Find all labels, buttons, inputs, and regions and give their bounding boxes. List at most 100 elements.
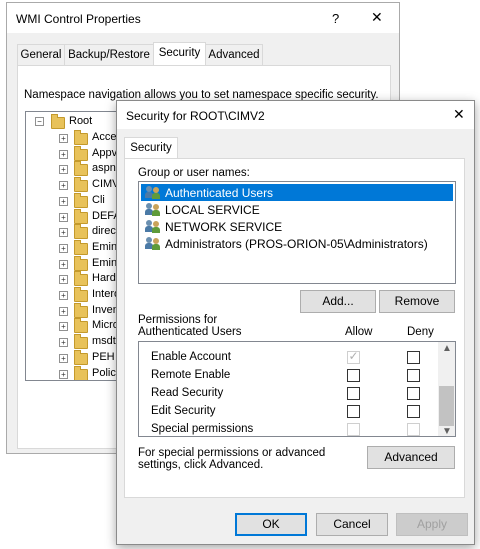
- user-label: NETWORK SERVICE: [165, 220, 283, 234]
- tree-node[interactable]: + PEH: [26, 349, 124, 366]
- folder-icon: [74, 224, 88, 240]
- user-group-icon: [145, 220, 161, 233]
- allow-checkbox[interactable]: [347, 369, 360, 382]
- permission-row: Enable Account ✓: [139, 349, 437, 368]
- tree-node[interactable]: + Hardw: [26, 271, 124, 287]
- advanced-button[interactable]: Advanced: [367, 446, 455, 469]
- tree-node[interactable]: + Appv: [26, 145, 124, 162]
- add-button[interactable]: Add...: [300, 290, 376, 313]
- allow-checkbox[interactable]: [347, 405, 360, 418]
- folder-icon: [51, 114, 65, 129]
- cancel-button[interactable]: Cancel: [316, 513, 388, 536]
- expand-icon[interactable]: +: [59, 369, 68, 379]
- expand-icon[interactable]: +: [59, 228, 68, 238]
- folder-icon: [74, 208, 88, 224]
- help-button[interactable]: ?: [332, 11, 339, 26]
- down-arrow-icon[interactable]: ▼: [442, 426, 452, 436]
- tree-node-label: Root: [69, 115, 93, 127]
- permission-label: Read Security: [151, 387, 224, 399]
- tree-node[interactable]: + directo: [26, 224, 124, 240]
- tree-node[interactable]: + Invent: [26, 302, 124, 319]
- allow-checkbox[interactable]: ✓: [347, 349, 360, 364]
- tab-backup-restore[interactable]: Backup/Restore: [64, 44, 154, 65]
- dialog-close-icon[interactable]: ✕: [453, 106, 465, 123]
- namespace-tree[interactable]: − Root + Acces + Appv + aspne + CIMV2 + Cli + DEFA +…: [25, 111, 125, 381]
- permissions-label: Permissions for Authenticated Users: [138, 314, 242, 338]
- user-row[interactable]: NETWORK SERVICE: [141, 218, 453, 235]
- expand-icon[interactable]: +: [59, 243, 68, 253]
- tab-advanced[interactable]: Advanced: [205, 44, 263, 65]
- permissions-scrollbar[interactable]: ▲ ▼: [438, 342, 455, 436]
- permission-row: Remote Enable: [139, 368, 437, 386]
- permission-label: Special permissions: [151, 423, 254, 435]
- expand-icon[interactable]: +: [59, 291, 68, 300]
- folder-icon: [74, 161, 88, 177]
- permission-row: Edit Security: [139, 404, 437, 422]
- remove-button[interactable]: Remove: [379, 290, 455, 313]
- permissions-list[interactable]: Enable Account ✓ Remote Enable Read Securit…: [138, 341, 456, 437]
- folder-icon: [74, 145, 88, 161]
- scrollbar-thumb[interactable]: [439, 386, 454, 426]
- user-group-icon: [145, 186, 161, 199]
- deny-checkbox[interactable]: [407, 369, 420, 382]
- dialog-title-bar: Security for ROOT\CIMV2 ✕: [117, 101, 474, 129]
- allow-checkbox[interactable]: [347, 423, 360, 436]
- window-title: WMI Control Properties: [16, 12, 141, 26]
- user-row[interactable]: LOCAL SERVICE: [141, 201, 453, 218]
- tree-node[interactable]: + CIMV2: [26, 177, 124, 193]
- expand-icon[interactable]: +: [59, 134, 68, 143]
- users-list[interactable]: Authenticated Users LOCAL SERVICE NETWORK …: [138, 181, 456, 284]
- tab-general[interactable]: General: [17, 44, 65, 65]
- expand-icon[interactable]: +: [59, 275, 68, 285]
- expand-icon[interactable]: +: [59, 338, 68, 348]
- tree-node-label: Cli: [92, 193, 105, 206]
- apply-button[interactable]: Apply: [396, 513, 468, 536]
- expand-icon[interactable]: +: [59, 196, 68, 206]
- allow-checkbox[interactable]: [347, 387, 360, 400]
- deny-checkbox[interactable]: [407, 405, 420, 418]
- tree-node[interactable]: + Interop: [26, 287, 124, 303]
- deny-checkbox[interactable]: [407, 387, 420, 400]
- permission-row: Special permissions: [139, 422, 437, 436]
- tree-node[interactable]: + DEFA: [26, 208, 124, 225]
- folder-icon: [74, 177, 88, 193]
- expand-icon[interactable]: +: [59, 322, 68, 332]
- expand-icon[interactable]: +: [59, 149, 68, 159]
- ok-button[interactable]: OK: [235, 513, 307, 536]
- folder-icon: [74, 255, 88, 271]
- tree-node[interactable]: + Emine: [26, 239, 124, 256]
- dialog-title: Security for ROOT\CIMV2: [126, 109, 265, 123]
- deny-checkbox[interactable]: [407, 351, 420, 364]
- up-arrow-icon[interactable]: ▲: [442, 343, 452, 354]
- user-row[interactable]: Authenticated Users: [141, 184, 453, 201]
- folder-icon: [74, 349, 88, 365]
- user-group-icon: [145, 237, 161, 250]
- expand-icon[interactable]: +: [59, 306, 68, 316]
- tree-node[interactable]: + Policy: [26, 365, 124, 380]
- expand-icon[interactable]: +: [59, 181, 68, 191]
- tree-node-root[interactable]: − Root: [26, 114, 124, 130]
- expand-icon[interactable]: +: [59, 353, 68, 363]
- deny-checkbox[interactable]: [407, 423, 420, 436]
- permission-label: Edit Security: [151, 405, 216, 417]
- collapse-icon[interactable]: −: [35, 117, 44, 126]
- expand-icon[interactable]: +: [59, 259, 68, 269]
- folder-icon: [74, 302, 88, 318]
- tree-node[interactable]: + msdtc: [26, 334, 124, 350]
- folder-icon: [74, 365, 88, 380]
- tree-node[interactable]: + Micros: [26, 318, 124, 334]
- expand-icon[interactable]: +: [59, 165, 68, 175]
- security-dialog: Security for ROOT\CIMV2 ✕ Security Group…: [116, 100, 475, 545]
- user-row[interactable]: Administrators (PROS-ORION-05\Administra…: [141, 235, 453, 252]
- folder-icon: [74, 271, 88, 287]
- tab-security[interactable]: Security: [153, 42, 206, 66]
- tree-node[interactable]: + aspne: [26, 161, 124, 177]
- title-bar: WMI Control Properties ? ✕: [7, 3, 399, 33]
- tree-node[interactable]: + Cli: [26, 192, 124, 209]
- tree-node[interactable]: + Acces: [26, 130, 124, 146]
- close-icon[interactable]: ✕: [371, 9, 383, 26]
- user-label: LOCAL SERVICE: [165, 203, 260, 217]
- expand-icon[interactable]: +: [59, 212, 68, 222]
- tree-node[interactable]: + Emine: [26, 255, 124, 272]
- dialog-tab-security[interactable]: Security: [124, 137, 178, 159]
